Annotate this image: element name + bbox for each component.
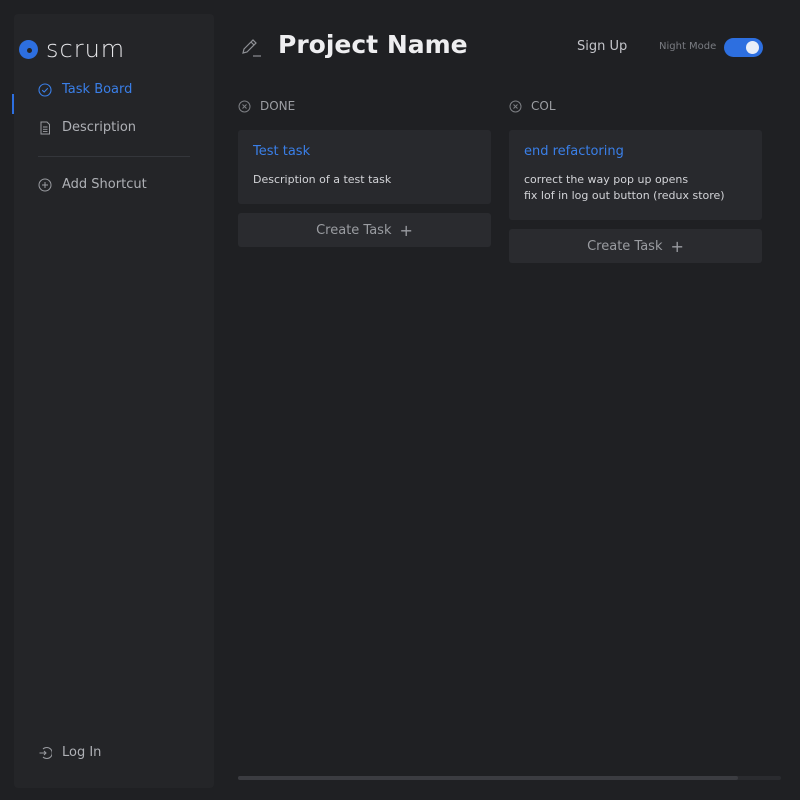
check-circle-icon (38, 82, 52, 97)
task-card[interactable]: Test task Description of a test task (238, 130, 491, 204)
login-button[interactable]: Log In (38, 745, 101, 760)
create-task-label: Create Task (587, 238, 663, 254)
close-circle-icon[interactable] (509, 100, 522, 113)
task-description: correct the way pop up opens fix lof in … (524, 172, 747, 204)
task-title[interactable]: Test task (253, 144, 476, 159)
plus-icon: + (399, 220, 413, 240)
plus-icon: + (670, 236, 684, 256)
sidebar-item-task-board[interactable]: Task Board (38, 82, 132, 97)
active-indicator (12, 94, 14, 114)
create-task-button[interactable]: Create Task + (238, 213, 491, 247)
plus-circle-icon (38, 178, 52, 192)
add-shortcut-button[interactable]: Add Shortcut (38, 177, 147, 192)
column-col: COL end refactoring correct the way pop … (509, 98, 762, 263)
document-icon (38, 121, 52, 135)
add-shortcut-label: Add Shortcut (62, 177, 147, 192)
login-icon (38, 746, 52, 760)
sidebar-item-label: Description (62, 120, 137, 135)
task-description: Description of a test task (253, 172, 476, 188)
sign-up-button[interactable]: Sign Up (577, 39, 627, 54)
sidebar-item-label: Task Board (62, 82, 133, 97)
column-header: DONE (238, 98, 491, 114)
task-card[interactable]: end refactoring correct the way pop up o… (509, 130, 762, 220)
task-title[interactable]: end refactoring (524, 144, 747, 159)
close-circle-icon[interactable] (238, 100, 251, 113)
app-root: scrum Task Board Description Add Shortcu… (0, 0, 800, 800)
sidebar: scrum Task Board Description Add Shortcu… (12, 14, 214, 788)
logo-text: scrum (46, 35, 126, 63)
page-title[interactable]: Project Name (278, 30, 468, 59)
night-mode-toggle[interactable] (724, 38, 763, 57)
create-task-label: Create Task (316, 222, 392, 238)
toggle-knob (746, 41, 759, 54)
sidebar-item-description[interactable]: Description (38, 120, 136, 135)
column-done: DONE Test task Description of a test tas… (238, 98, 491, 247)
sidebar-divider (38, 156, 190, 157)
login-label: Log In (62, 745, 102, 760)
edit-pencil-icon[interactable] (240, 36, 262, 58)
task-description-line: fix lof in log out button (redux store) (524, 189, 725, 202)
column-header: COL (509, 98, 762, 114)
task-description-line: correct the way pop up opens (524, 173, 689, 186)
task-description-line: Description of a test task (253, 173, 392, 186)
column-title: DONE (260, 99, 296, 113)
logo[interactable]: scrum (19, 35, 125, 63)
night-mode-label: Night Mode (659, 41, 717, 52)
scrollbar-thumb[interactable] (238, 776, 738, 780)
column-title: COL (531, 99, 556, 113)
create-task-button[interactable]: Create Task + (509, 229, 762, 263)
horizontal-scrollbar[interactable] (238, 776, 781, 780)
logo-icon (19, 39, 38, 59)
